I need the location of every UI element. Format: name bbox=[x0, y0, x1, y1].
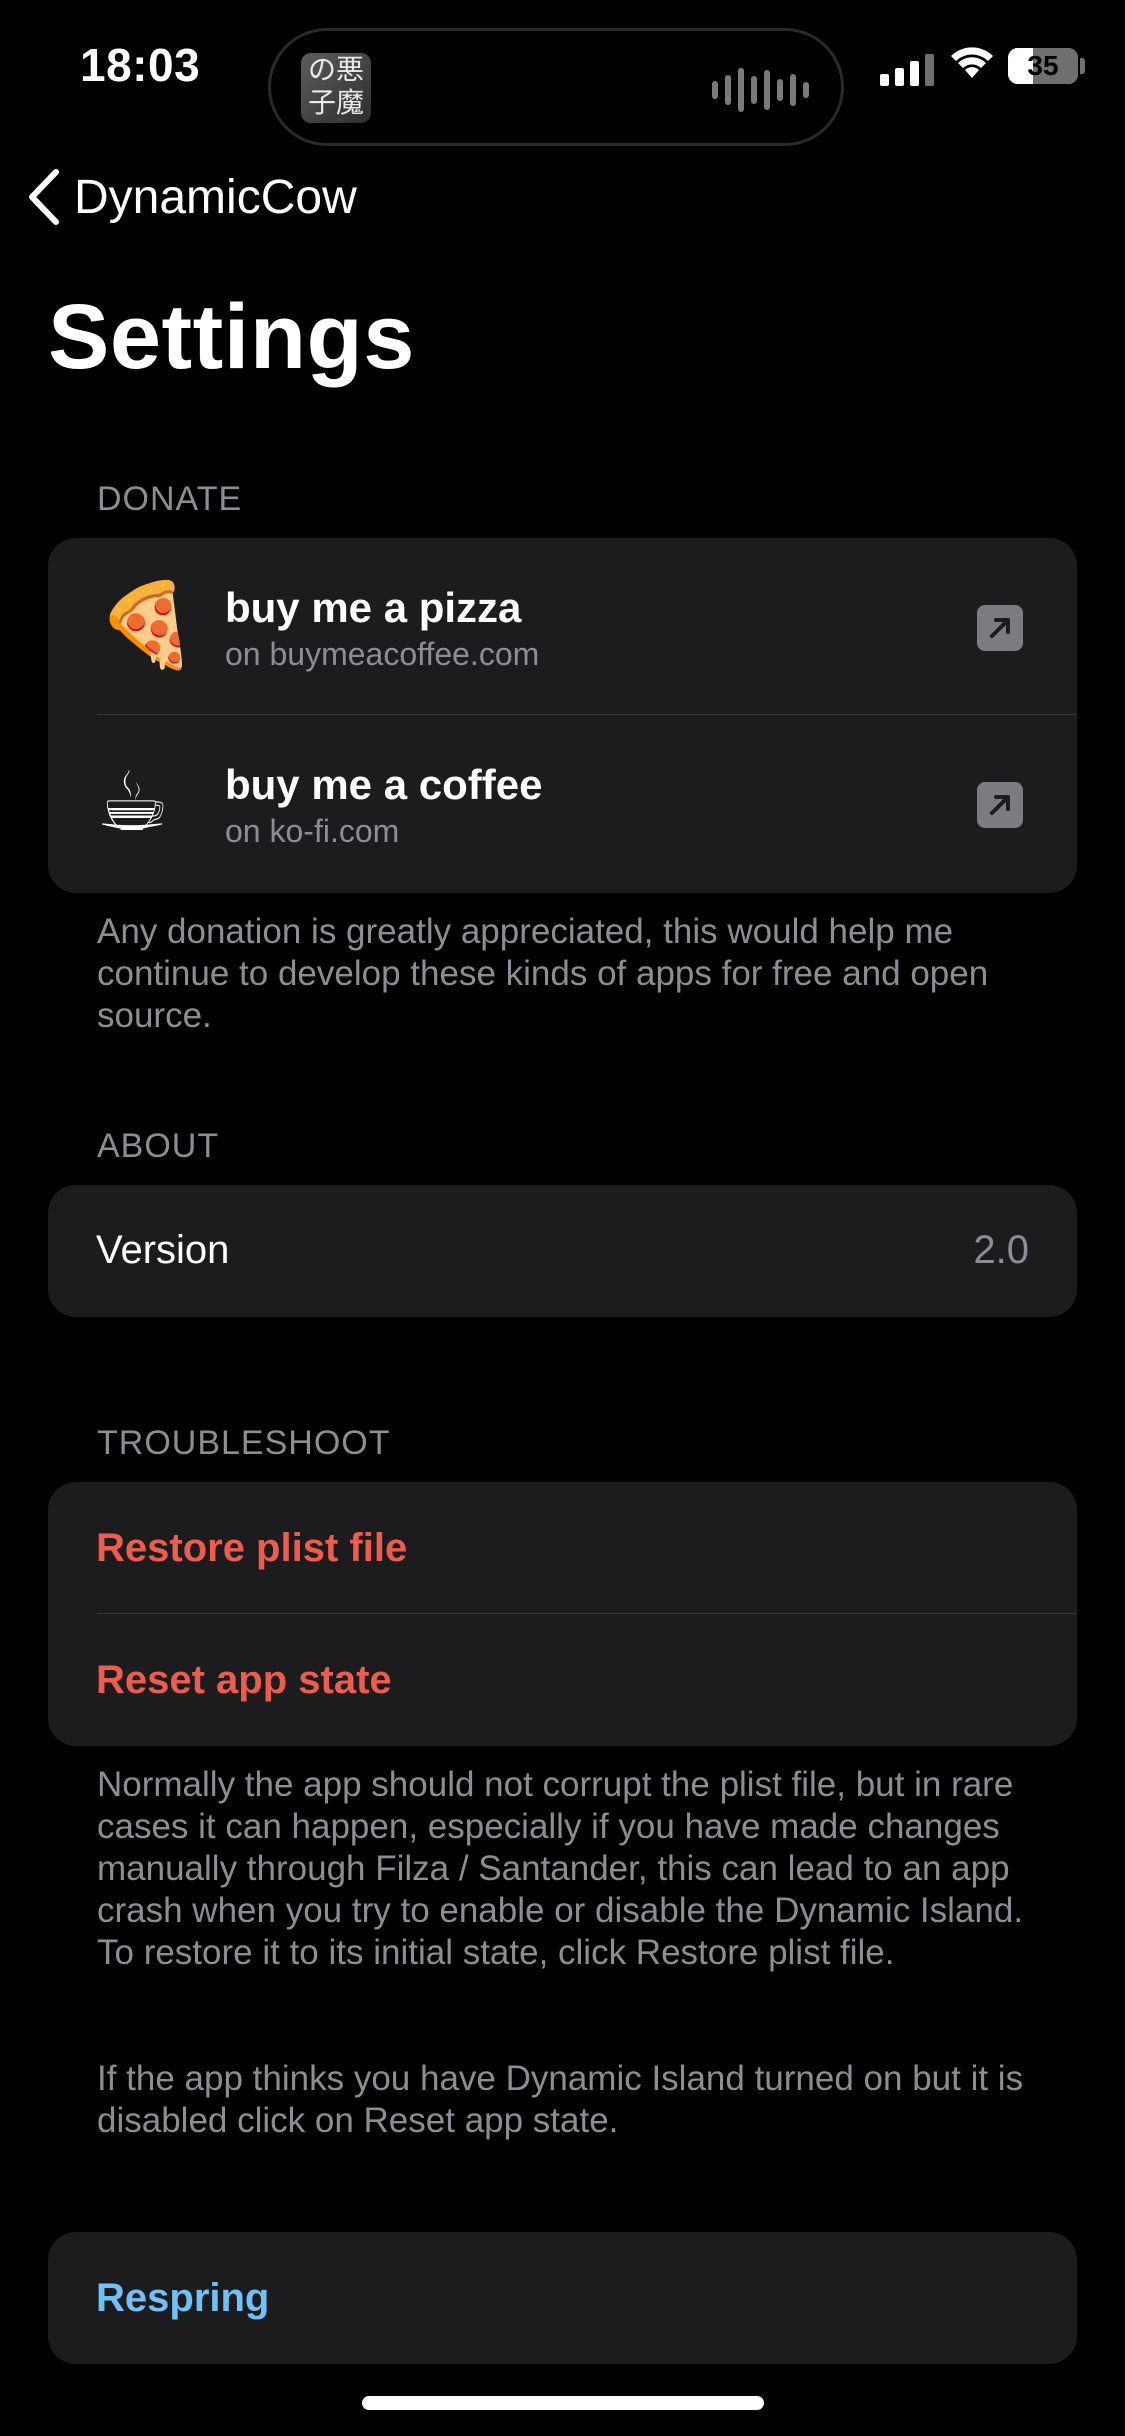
respring-label: Respring bbox=[96, 2276, 270, 2320]
version-label: Version bbox=[96, 1228, 230, 1272]
status-time: 18:03 bbox=[80, 39, 201, 91]
restore-plist-button[interactable]: Restore plist file bbox=[48, 1482, 1077, 1614]
donate-title: buy me a coffee bbox=[225, 761, 543, 808]
version-value: 2.0 bbox=[973, 1228, 1029, 1272]
donate-row-pizza[interactable]: 🍕 buy me a pizza on buymeacoffee.com bbox=[48, 538, 1077, 715]
wifi-icon bbox=[948, 40, 996, 85]
version-row: Version 2.0 bbox=[48, 1185, 1077, 1317]
back-label: DynamicCow bbox=[74, 170, 357, 224]
troubleshoot-footer-2: If the app thinks you have Dynamic Islan… bbox=[97, 2059, 1024, 2140]
dynamic-island[interactable]: の悪 子魔 bbox=[268, 28, 844, 146]
donate-row-coffee[interactable]: ☕ buy me a coffee on ko-fi.com bbox=[48, 715, 1077, 893]
artwork-text: の悪 子魔 bbox=[307, 53, 364, 119]
chevron-left-icon bbox=[29, 169, 59, 225]
coffee-icon: ☕ bbox=[96, 755, 170, 850]
page-title: Settings bbox=[48, 286, 415, 388]
home-indicator[interactable] bbox=[362, 2396, 764, 2410]
restore-plist-label: Restore plist file bbox=[96, 1526, 408, 1570]
troubleshoot-card: Restore plist file Reset app state bbox=[48, 1482, 1077, 1746]
donate-card: 🍕 buy me a pizza on buymeacoffee.com ☕ b… bbox=[48, 538, 1077, 893]
battery-tip bbox=[1080, 58, 1085, 74]
cellular-signal-icon bbox=[880, 48, 934, 86]
pizza-icon: 🍕 bbox=[96, 578, 199, 673]
donate-title: buy me a pizza bbox=[225, 584, 522, 631]
respring-button[interactable]: Respring bbox=[48, 2232, 1077, 2364]
external-link-icon bbox=[977, 782, 1023, 828]
battery-level: 35 bbox=[1027, 50, 1059, 81]
donate-subtitle: on ko-fi.com bbox=[225, 813, 400, 849]
section-header-donate: DONATE bbox=[97, 480, 243, 518]
troubleshoot-footer-1: Normally the app should not corrupt the … bbox=[97, 1765, 1024, 1972]
now-playing-artwork: の悪 子魔 bbox=[301, 53, 371, 123]
back-button[interactable]: DynamicCow bbox=[24, 168, 357, 226]
donate-footer: Any donation is greatly appreciated, thi… bbox=[97, 912, 989, 1035]
reset-app-state-button[interactable]: Reset app state bbox=[48, 1614, 1077, 1746]
battery-icon: 35 bbox=[1008, 48, 1078, 84]
section-header-about: ABOUT bbox=[97, 1127, 220, 1165]
audio-waveform-icon bbox=[712, 65, 809, 115]
donate-subtitle: on buymeacoffee.com bbox=[225, 636, 540, 672]
respring-card: Respring bbox=[48, 2232, 1077, 2364]
section-header-troubleshoot: TROUBLESHOOT bbox=[97, 1424, 391, 1462]
about-card: Version 2.0 bbox=[48, 1185, 1077, 1317]
external-link-icon bbox=[977, 605, 1023, 651]
reset-app-state-label: Reset app state bbox=[96, 1658, 392, 1702]
